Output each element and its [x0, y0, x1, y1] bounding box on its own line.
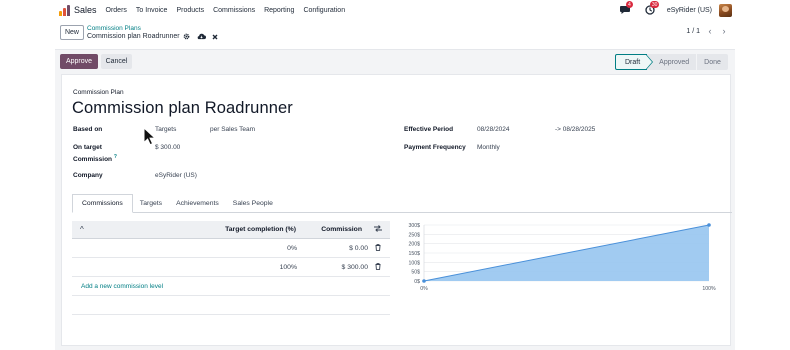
table-row[interactable]: 0% $ 0.00	[72, 239, 390, 258]
breadcrumb-current: Commission plan Roadrunner	[87, 33, 180, 40]
on-target-label-line2: Commission ?	[73, 154, 117, 163]
pager-value[interactable]: 1 / 1	[686, 28, 700, 35]
mouse-cursor-icon	[143, 127, 157, 146]
tab-sales-people[interactable]: Sales People	[226, 194, 280, 213]
tab-targets[interactable]: Targets	[133, 194, 169, 213]
status-done-label: Done	[704, 58, 721, 66]
chevron-up-icon[interactable]: ^	[80, 225, 84, 234]
based-on-field[interactable]: Targets	[155, 126, 176, 133]
tab-achievements[interactable]: Achievements	[169, 194, 226, 213]
cancel-button[interactable]: Cancel	[101, 54, 132, 69]
payment-frequency-field[interactable]: Monthly	[477, 144, 500, 151]
menu-products[interactable]: Products	[176, 7, 204, 14]
new-button[interactable]: New	[60, 25, 84, 40]
target-cell[interactable]: 0%	[287, 245, 297, 252]
date-from-field[interactable]: 08/28/2024	[477, 126, 510, 133]
on-target-label-text: Commission	[73, 156, 113, 164]
company-field[interactable]: eSyRider (US)	[155, 172, 197, 179]
messages-button[interactable]: 4	[619, 1, 633, 16]
column-settings-icon[interactable]	[374, 225, 382, 234]
menu-reporting[interactable]: Reporting	[264, 7, 294, 14]
payment-frequency-label: Payment Frequency	[404, 144, 466, 151]
date-to-field[interactable]: -> 08/28/2025	[555, 126, 595, 133]
sales-app-icon[interactable]	[59, 4, 70, 16]
on-target-label-line1: On target	[73, 144, 102, 151]
y-tick-label: 0$	[414, 279, 420, 285]
y-tick-label: 150$	[408, 251, 420, 257]
commission-cell[interactable]: $ 300.00	[342, 264, 368, 271]
based-on-label: Based on	[73, 126, 103, 133]
status-draft-label: Draft	[625, 58, 641, 66]
on-target-amount-field[interactable]: $ 300.00	[155, 144, 180, 151]
company-switcher[interactable]: eSyRider (US)	[667, 7, 712, 14]
menu-to-invoice[interactable]: To Invoice	[136, 7, 168, 14]
column-commission[interactable]: Commission	[321, 226, 362, 233]
table-header: ^ Target completion (%) Commission	[72, 221, 390, 239]
menu-commissions[interactable]: Commissions	[213, 7, 255, 14]
pager: 1 / 1 ‹ ›	[686, 26, 731, 36]
breadcrumb-commission-plans[interactable]: Commission Plans	[87, 25, 141, 32]
status-done[interactable]: Done	[696, 54, 728, 70]
commission-chart: 0$ 50$ 100$ 150$ 200$ 250$ 300$ 0% 100%	[408, 223, 716, 292]
status-draft[interactable]: Draft	[615, 54, 654, 70]
effective-period-label: Effective Period	[404, 126, 454, 133]
trash-icon[interactable]	[375, 244, 381, 253]
trash-icon[interactable]	[375, 263, 381, 272]
plan-name-field[interactable]: Commission plan Roadrunner	[72, 99, 293, 118]
table-row-empty	[72, 296, 390, 315]
status-approved-label: Approved	[659, 58, 690, 66]
y-tick-label: 300$	[408, 223, 420, 229]
discard-icon[interactable]	[212, 34, 218, 40]
cloud-save-icon[interactable]	[197, 33, 206, 40]
app-name[interactable]: Sales	[74, 5, 97, 15]
chart-point	[422, 279, 426, 283]
messages-counter: 4	[625, 1, 633, 8]
y-tick-label: 50$	[411, 270, 420, 276]
help-tooltip-icon[interactable]: ?	[114, 154, 117, 160]
tab-commissions[interactable]: Commissions	[72, 194, 133, 213]
chevron-left-icon[interactable]: ‹	[703, 26, 717, 36]
table-row[interactable]: 100% $ 300.00	[72, 258, 390, 277]
y-tick-label: 250$	[408, 232, 420, 238]
based-on-team-field[interactable]: per Sales Team	[210, 126, 255, 133]
chevron-right-icon[interactable]: ›	[717, 26, 731, 36]
column-target-completion[interactable]: Target completion (%)	[225, 226, 296, 233]
target-cell[interactable]: 100%	[280, 264, 297, 271]
table-row-add	[72, 277, 390, 296]
activities-button[interactable]: 30	[643, 1, 660, 16]
gear-icon[interactable]	[183, 33, 190, 40]
x-tick-label: 100%	[702, 286, 716, 292]
commission-cell[interactable]: $ 0.00	[349, 245, 368, 252]
top-navbar: Sales Orders To Invoice Products Commiss…	[55, 0, 735, 20]
breadcrumb: Commission plan Roadrunner	[87, 33, 218, 40]
plan-type-label: Commission Plan	[73, 89, 124, 96]
notebook-tabs: Commissions Targets Achievements Sales P…	[72, 194, 280, 213]
status-approved[interactable]: Approved	[647, 54, 697, 70]
tabs-divider	[72, 212, 732, 213]
approve-button[interactable]: Approve	[60, 54, 98, 69]
company-label: Company	[73, 172, 103, 179]
menu-orders[interactable]: Orders	[106, 7, 127, 14]
y-tick-label: 200$	[408, 242, 420, 248]
activities-counter: 30	[649, 1, 660, 8]
status-bar: Draft Approved Done	[615, 54, 728, 70]
y-tick-label: 100$	[408, 260, 420, 266]
x-tick-label: 0%	[420, 286, 428, 292]
user-avatar[interactable]	[719, 3, 732, 17]
control-panel: New Commission Plans Commission plan Roa…	[55, 20, 735, 49]
menu-configuration[interactable]: Configuration	[303, 7, 345, 14]
form-sheet: Commission Plan Commission plan Roadrunn…	[61, 74, 732, 346]
chart-point	[707, 223, 711, 227]
